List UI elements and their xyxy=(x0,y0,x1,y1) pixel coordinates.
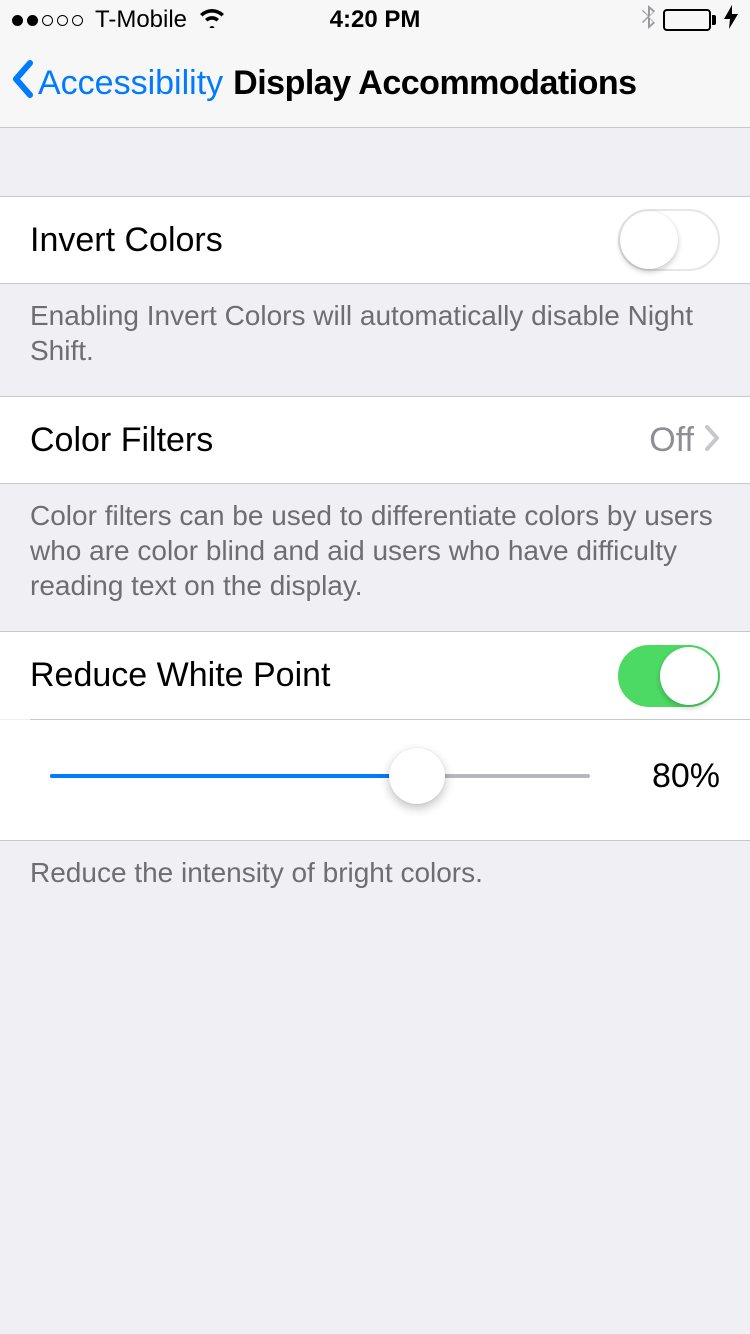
color-filters-row[interactable]: Color Filters Off xyxy=(0,396,750,484)
invert-colors-footer: Enabling Invert Colors will automaticall… xyxy=(0,284,750,396)
battery-icon xyxy=(663,9,716,31)
reduce-white-point-row[interactable]: Reduce White Point xyxy=(0,631,750,719)
reduce-white-point-slider-row: 80% xyxy=(0,720,750,841)
reduce-white-point-slider[interactable] xyxy=(50,746,590,806)
color-filters-label: Color Filters xyxy=(30,421,649,460)
color-filters-footer: Color filters can be used to differentia… xyxy=(0,484,750,631)
reduce-white-point-toggle[interactable] xyxy=(618,645,720,707)
chevron-right-icon xyxy=(704,424,720,457)
invert-colors-row[interactable]: Invert Colors xyxy=(0,196,750,284)
carrier-label: T-Mobile xyxy=(95,6,187,34)
page-title: Display Accommodations xyxy=(233,64,636,103)
reduce-white-point-value: 80% xyxy=(630,757,720,796)
status-left: T-Mobile xyxy=(12,6,227,35)
invert-colors-label: Invert Colors xyxy=(30,221,618,260)
back-button[interactable]: Accessibility xyxy=(10,59,223,108)
wifi-icon xyxy=(197,6,227,35)
status-bar: T-Mobile 4:20 PM xyxy=(0,0,750,40)
status-right xyxy=(641,4,738,37)
reduce-white-point-label: Reduce White Point xyxy=(30,656,618,695)
back-label: Accessibility xyxy=(38,64,223,103)
invert-colors-toggle[interactable] xyxy=(618,209,720,271)
bluetooth-icon xyxy=(641,4,657,37)
color-filters-value: Off xyxy=(649,421,694,460)
status-time: 4:20 PM xyxy=(330,6,421,34)
signal-strength-icon xyxy=(12,15,83,26)
reduce-white-point-footer: Reduce the intensity of bright colors. xyxy=(0,841,750,918)
charging-icon xyxy=(724,5,738,35)
chevron-left-icon xyxy=(10,59,34,108)
navigation-bar: Accessibility Display Accommodations xyxy=(0,40,750,128)
